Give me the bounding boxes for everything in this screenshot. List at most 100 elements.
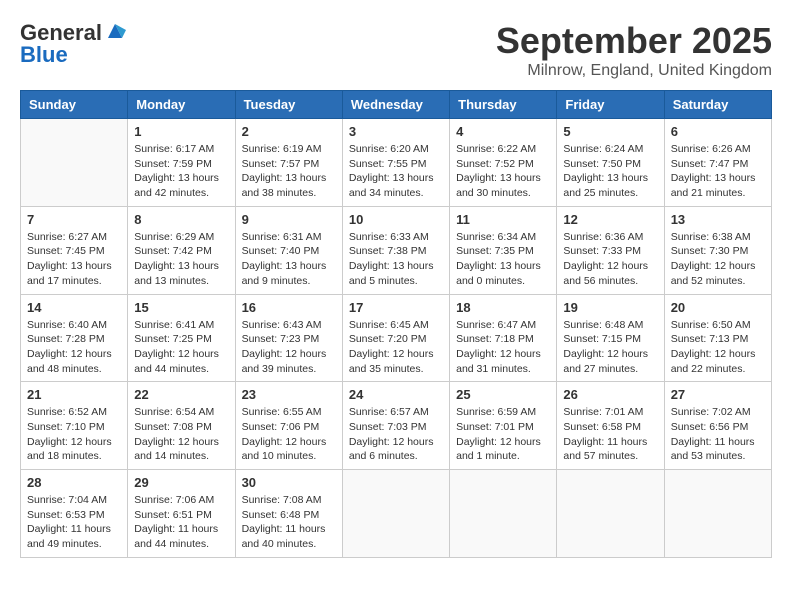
day-number: 15 — [134, 300, 228, 315]
calendar-cell: 19 Sunrise: 6:48 AMSunset: 7:15 PMDayligh… — [557, 294, 664, 382]
weekday-header-monday: Monday — [128, 91, 235, 119]
calendar-header-row: SundayMondayTuesdayWednesdayThursdayFrid… — [21, 91, 772, 119]
logo: General Blue — [20, 20, 126, 68]
calendar-week-2: 7Sunrise: 6:27 AMSunset: 7:45 PMDaylight… — [21, 206, 772, 294]
calendar-cell: 17 Sunrise: 6:45 AMSunset: 7:20 PMDayligh… — [342, 294, 449, 382]
calendar-cell: 2 Sunrise: 6:19 AMSunset: 7:57 PMDaylight… — [235, 119, 342, 207]
weekday-header-saturday: Saturday — [664, 91, 771, 119]
logo-blue-text: Blue — [20, 42, 68, 68]
day-info: Sunrise: 6:36 AMSunset: 7:33 PMDaylight:… — [563, 230, 657, 289]
day-info: Sunrise: 6:31 AMSunset: 7:40 PMDaylight:… — [242, 230, 336, 289]
day-info: Sunrise: 6:40 AMSunset: 7:28 PMDaylight:… — [27, 318, 121, 377]
day-number: 26 — [563, 387, 657, 402]
calendar-cell: 9 Sunrise: 6:31 AMSunset: 7:40 PMDaylight… — [235, 206, 342, 294]
day-number: 30 — [242, 475, 336, 490]
day-number: 2 — [242, 124, 336, 139]
day-number: 18 — [456, 300, 550, 315]
calendar-cell — [664, 470, 771, 558]
calendar-cell — [557, 470, 664, 558]
calendar-cell: 29 Sunrise: 7:06 AMSunset: 6:51 PMDayligh… — [128, 470, 235, 558]
calendar-week-4: 21 Sunrise: 6:52 AMSunset: 7:10 PMDayligh… — [21, 382, 772, 470]
day-number: 10 — [349, 212, 443, 227]
calendar-cell — [342, 470, 449, 558]
day-number: 21 — [27, 387, 121, 402]
day-info: Sunrise: 6:19 AMSunset: 7:57 PMDaylight:… — [242, 142, 336, 201]
calendar-cell: 22Sunrise: 6:54 AMSunset: 7:08 PMDayligh… — [128, 382, 235, 470]
day-number: 24 — [349, 387, 443, 402]
day-number: 9 — [242, 212, 336, 227]
calendar-cell: 30 Sunrise: 7:08 AMSunset: 6:48 PMDayligh… — [235, 470, 342, 558]
day-number: 12 — [563, 212, 657, 227]
day-info: Sunrise: 7:06 AMSunset: 6:51 PMDaylight:… — [134, 493, 228, 552]
calendar-cell: 18 Sunrise: 6:47 AMSunset: 7:18 PMDayligh… — [450, 294, 557, 382]
calendar-cell — [21, 119, 128, 207]
calendar-cell: 3Sunrise: 6:20 AMSunset: 7:55 PMDaylight… — [342, 119, 449, 207]
day-info: Sunrise: 6:59 AMSunset: 7:01 PMDaylight:… — [456, 405, 550, 464]
day-number: 8 — [134, 212, 228, 227]
day-number: 27 — [671, 387, 765, 402]
calendar-cell: 10 Sunrise: 6:33 AMSunset: 7:38 PMDayligh… — [342, 206, 449, 294]
day-info: Sunrise: 6:47 AMSunset: 7:18 PMDaylight:… — [456, 318, 550, 377]
calendar-cell: 12 Sunrise: 6:36 AMSunset: 7:33 PMDayligh… — [557, 206, 664, 294]
calendar-cell: 6 Sunrise: 6:26 AMSunset: 7:47 PMDaylight… — [664, 119, 771, 207]
calendar-week-5: 28 Sunrise: 7:04 AMSunset: 6:53 PMDayligh… — [21, 470, 772, 558]
day-info: Sunrise: 7:04 AMSunset: 6:53 PMDaylight:… — [27, 493, 121, 552]
day-info: Sunrise: 6:48 AMSunset: 7:15 PMDaylight:… — [563, 318, 657, 377]
logo-icon — [104, 20, 126, 42]
day-info: Sunrise: 6:24 AMSunset: 7:50 PMDaylight:… — [563, 142, 657, 201]
day-info: Sunrise: 6:41 AMSunset: 7:25 PMDaylight:… — [134, 318, 228, 377]
day-number: 29 — [134, 475, 228, 490]
day-number: 20 — [671, 300, 765, 315]
day-info: Sunrise: 6:43 AMSunset: 7:23 PMDaylight:… — [242, 318, 336, 377]
calendar-cell: 28 Sunrise: 7:04 AMSunset: 6:53 PMDayligh… — [21, 470, 128, 558]
calendar-cell: 14 Sunrise: 6:40 AMSunset: 7:28 PMDayligh… — [21, 294, 128, 382]
day-number: 3 — [349, 124, 443, 139]
day-number: 16 — [242, 300, 336, 315]
day-number: 7 — [27, 212, 121, 227]
calendar-cell: 26 Sunrise: 7:01 AMSunset: 6:58 PMDayligh… — [557, 382, 664, 470]
day-number: 4 — [456, 124, 550, 139]
calendar-cell: 8 Sunrise: 6:29 AMSunset: 7:42 PMDaylight… — [128, 206, 235, 294]
day-number: 28 — [27, 475, 121, 490]
day-number: 6 — [671, 124, 765, 139]
calendar-cell: 7Sunrise: 6:27 AMSunset: 7:45 PMDaylight… — [21, 206, 128, 294]
day-number: 17 — [349, 300, 443, 315]
day-number: 19 — [563, 300, 657, 315]
weekday-header-friday: Friday — [557, 91, 664, 119]
calendar-cell: 1Sunrise: 6:17 AMSunset: 7:59 PMDaylight… — [128, 119, 235, 207]
calendar-cell: 4 Sunrise: 6:22 AMSunset: 7:52 PMDaylight… — [450, 119, 557, 207]
location-text: Milnrow, England, United Kingdom — [496, 62, 772, 80]
day-info: Sunrise: 6:57 AMSunset: 7:03 PMDaylight:… — [349, 405, 443, 464]
day-info: Sunrise: 6:55 AMSunset: 7:06 PMDaylight:… — [242, 405, 336, 464]
calendar-cell: 11Sunrise: 6:34 AMSunset: 7:35 PMDayligh… — [450, 206, 557, 294]
calendar-cell: 13Sunrise: 6:38 AMSunset: 7:30 PMDayligh… — [664, 206, 771, 294]
day-info: Sunrise: 6:29 AMSunset: 7:42 PMDaylight:… — [134, 230, 228, 289]
day-info: Sunrise: 6:45 AMSunset: 7:20 PMDaylight:… — [349, 318, 443, 377]
day-info: Sunrise: 6:22 AMSunset: 7:52 PMDaylight:… — [456, 142, 550, 201]
day-info: Sunrise: 6:50 AMSunset: 7:13 PMDaylight:… — [671, 318, 765, 377]
day-number: 5 — [563, 124, 657, 139]
weekday-header-thursday: Thursday — [450, 91, 557, 119]
day-info: Sunrise: 7:08 AMSunset: 6:48 PMDaylight:… — [242, 493, 336, 552]
page-header: General Blue September 2025 Milnrow, Eng… — [20, 20, 772, 80]
day-info: Sunrise: 6:52 AMSunset: 7:10 PMDaylight:… — [27, 405, 121, 464]
day-info: Sunrise: 6:54 AMSunset: 7:08 PMDaylight:… — [134, 405, 228, 464]
weekday-header-tuesday: Tuesday — [235, 91, 342, 119]
weekday-header-wednesday: Wednesday — [342, 91, 449, 119]
title-block: September 2025 Milnrow, England, United … — [496, 20, 772, 80]
calendar-cell: 25 Sunrise: 6:59 AMSunset: 7:01 PMDayligh… — [450, 382, 557, 470]
day-info: Sunrise: 6:38 AMSunset: 7:30 PMDaylight:… — [671, 230, 765, 289]
day-number: 14 — [27, 300, 121, 315]
day-number: 23 — [242, 387, 336, 402]
calendar-cell: 27 Sunrise: 7:02 AMSunset: 6:56 PMDayligh… — [664, 382, 771, 470]
calendar-cell — [450, 470, 557, 558]
day-number: 25 — [456, 387, 550, 402]
calendar-cell: 24 Sunrise: 6:57 AMSunset: 7:03 PMDayligh… — [342, 382, 449, 470]
calendar-week-1: 1Sunrise: 6:17 AMSunset: 7:59 PMDaylight… — [21, 119, 772, 207]
weekday-header-sunday: Sunday — [21, 91, 128, 119]
day-info: Sunrise: 6:26 AMSunset: 7:47 PMDaylight:… — [671, 142, 765, 201]
day-info: Sunrise: 6:33 AMSunset: 7:38 PMDaylight:… — [349, 230, 443, 289]
day-info: Sunrise: 7:02 AMSunset: 6:56 PMDaylight:… — [671, 405, 765, 464]
day-info: Sunrise: 7:01 AMSunset: 6:58 PMDaylight:… — [563, 405, 657, 464]
month-title: September 2025 — [496, 20, 772, 62]
